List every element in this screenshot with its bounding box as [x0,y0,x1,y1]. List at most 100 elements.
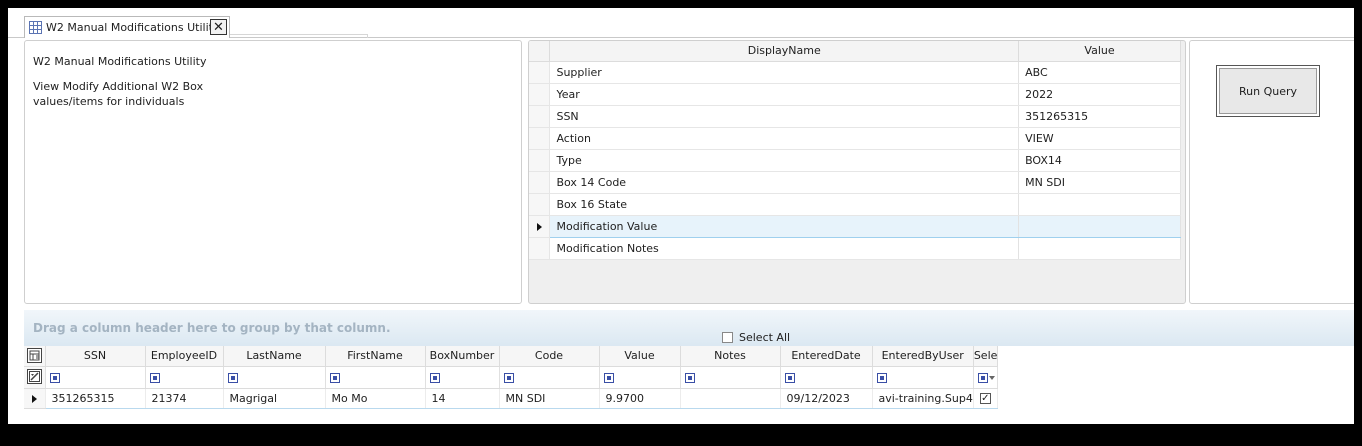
filter-editor-button[interactable] [24,366,46,389]
cell-lastname[interactable]: Magrigal [223,388,326,409]
close-icon[interactable]: ✕ [210,19,227,35]
cell-code[interactable]: MN SDI [499,388,600,409]
filter-row [24,366,1004,389]
filter-condition-icon[interactable] [784,372,795,383]
select-all-checkbox[interactable]: Select All [722,331,790,344]
cell-employeeid[interactable]: 21374 [145,388,224,409]
parameter-row[interactable]: SSN 351265315 [529,105,1181,128]
cell-notes[interactable] [680,388,781,409]
filter-cell-boxnumber[interactable] [425,366,500,389]
filter-cell-employeeid[interactable] [145,366,224,389]
filter-condition-icon[interactable] [149,372,160,383]
parameter-value[interactable]: MN SDI [1018,171,1181,194]
filter-cell-enteredbyuser[interactable] [872,366,974,389]
run-query-button[interactable]: Run Query [1216,65,1320,117]
tab-strip-divider [230,34,368,38]
parameter-row[interactable]: Action VIEW [529,127,1181,150]
column-header-boxnumber[interactable]: BoxNumber [425,346,500,367]
filter-condition-icon[interactable] [977,372,988,383]
filter-cell-lastname[interactable] [223,366,326,389]
row-indicator[interactable] [529,193,551,216]
column-header-entereddate[interactable]: EnteredDate [780,346,873,367]
parameter-row[interactable]: Type BOX14 [529,149,1181,172]
parameter-name: Type [549,149,1020,172]
column-chooser-button[interactable] [24,346,46,367]
row-select-checkbox[interactable]: ✓ [979,393,991,404]
column-header-value[interactable]: Value [1018,41,1181,62]
cell-boxnumber[interactable]: 14 [425,388,500,409]
filter-condition-icon[interactable] [329,372,340,383]
row-indicator[interactable] [529,215,551,238]
parameter-row[interactable]: Year 2022 [529,83,1181,106]
column-chooser-icon[interactable] [27,348,42,363]
parameter-row[interactable]: Modification Value [529,214,1181,238]
parameter-value[interactable] [1018,214,1181,238]
parameter-value[interactable] [1018,193,1181,216]
parameter-name: Box 16 State [549,193,1020,216]
group-by-panel[interactable]: Drag a column header here to group by th… [24,310,1354,346]
row-indicator[interactable] [529,127,551,150]
parameter-value[interactable]: 2022 [1018,83,1181,106]
parameter-value[interactable]: VIEW [1018,127,1181,150]
row-indicator[interactable] [24,388,46,409]
column-header-value[interactable]: Value [599,346,681,367]
parameter-value[interactable] [1018,237,1181,260]
cell-ssn[interactable]: 351265315 [45,388,146,409]
row-indicator[interactable] [529,171,551,194]
filter-cell-ssn[interactable] [45,366,146,389]
column-header-ssn[interactable]: SSN [45,346,146,367]
utility-description: View Modify Additional W2 Box values/ite… [33,80,204,108]
row-indicator[interactable] [529,237,551,260]
parameter-row[interactable]: Box 16 State [529,193,1181,216]
filter-condition-icon[interactable] [684,372,695,383]
parameter-row[interactable]: Supplier ABC [529,61,1181,84]
parameter-row[interactable]: Modification Notes [529,237,1181,260]
filter-editor-icon[interactable] [27,368,42,384]
parameter-name: SSN [549,105,1020,128]
group-by-hint: Drag a column header here to group by th… [33,321,391,335]
filter-condition-icon[interactable] [603,372,614,383]
parameter-value[interactable]: 351265315 [1018,105,1181,128]
filter-condition-icon[interactable] [227,372,238,383]
cell-entereddate[interactable]: 09/12/2023 [780,388,873,409]
filter-cell-value[interactable] [599,366,681,389]
column-header-displayname[interactable]: DisplayName [549,41,1020,62]
cell-enteredbyuser[interactable]: avi-training.Sup4 [872,388,974,409]
row-pointer-icon [537,222,542,231]
filter-cell-code[interactable] [499,366,600,389]
grid-icon [29,21,42,34]
row-indicator[interactable] [529,105,551,128]
column-header-employeeid[interactable]: EmployeeID [145,346,224,367]
column-header-enteredbyuser[interactable]: EnteredByUser [872,346,974,367]
tab-w2-manual-modifications[interactable]: W2 Manual Modifications Utility ✕ [24,16,230,38]
filter-cell-entereddate[interactable] [780,366,873,389]
column-header-sele[interactable]: Sele [973,346,999,367]
row-indicator[interactable] [529,83,551,106]
cell-select[interactable]: ✓ [973,388,999,409]
column-header-notes[interactable]: Notes [680,346,781,367]
column-header-code[interactable]: Code [499,346,600,367]
parameter-value[interactable]: ABC [1018,61,1181,84]
parameter-value[interactable]: BOX14 [1018,149,1181,172]
filter-cell-sele[interactable] [973,366,999,389]
parameter-grid-corner [529,41,551,62]
filter-cell-firstname[interactable] [325,366,426,389]
column-header-firstname[interactable]: FirstName [325,346,426,367]
app-frame: W2 Manual Modifications Utility ✕ W2 Man… [8,8,1354,424]
filter-condition-icon[interactable] [49,372,60,383]
filter-condition-icon[interactable] [876,372,887,383]
table-row[interactable]: 351265315 21374 Magrigal Mo Mo 14 MN SDI 9.970… [24,388,1004,409]
row-indicator[interactable] [529,61,551,84]
cell-value[interactable]: 9.9700 [599,388,681,409]
select-all-box[interactable] [722,332,733,343]
row-indicator[interactable] [529,149,551,172]
column-header-lastname[interactable]: LastName [223,346,326,367]
parameter-row[interactable]: Box 14 Code MN SDI [529,171,1181,194]
parameter-grid: DisplayName Value Supplier ABC Year 2022 SSN… [529,41,1181,260]
filter-condition-icon[interactable] [429,372,440,383]
filter-condition-icon[interactable] [503,372,514,383]
filter-cell-notes[interactable] [680,366,781,389]
cell-firstname[interactable]: Mo Mo [325,388,426,409]
chevron-down-icon[interactable] [988,373,995,383]
parameter-panel: DisplayName Value Supplier ABC Year 2022 SSN… [528,40,1186,304]
